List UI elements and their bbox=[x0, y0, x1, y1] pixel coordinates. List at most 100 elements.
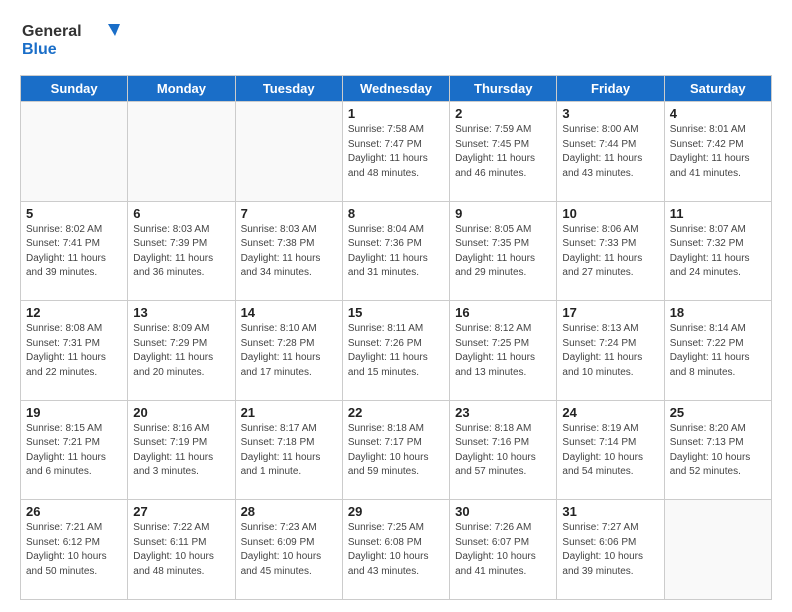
table-row: 25 Sunrise: 8:20 AM Sunset: 7:13 PM Dayli… bbox=[664, 400, 771, 500]
day-number: 21 bbox=[241, 405, 337, 420]
day-number: 26 bbox=[26, 504, 122, 519]
table-row: 1 Sunrise: 7:58 AM Sunset: 7:47 PM Daylig… bbox=[342, 102, 449, 202]
day-number: 6 bbox=[133, 206, 229, 221]
col-wednesday: Wednesday bbox=[342, 76, 449, 102]
table-row: 16 Sunrise: 8:12 AM Sunset: 7:25 PM Dayli… bbox=[450, 301, 557, 401]
table-row: 29 Sunrise: 7:25 AM Sunset: 6:08 PM Dayli… bbox=[342, 500, 449, 600]
page: General Blue Sunday Monday Tuesday Wedne… bbox=[0, 0, 792, 612]
day-number: 14 bbox=[241, 305, 337, 320]
col-monday: Monday bbox=[128, 76, 235, 102]
day-number: 9 bbox=[455, 206, 551, 221]
day-info: Sunrise: 7:27 AM Sunset: 6:06 PM Dayligh… bbox=[562, 521, 658, 579]
table-row: 31 Sunrise: 7:27 AM Sunset: 6:06 PM Dayli… bbox=[557, 500, 664, 600]
day-number: 19 bbox=[26, 405, 122, 420]
day-number: 3 bbox=[562, 106, 658, 121]
table-row: 21 Sunrise: 8:17 AM Sunset: 7:18 PM Dayli… bbox=[235, 400, 342, 500]
day-number: 24 bbox=[562, 405, 658, 420]
table-row: 17 Sunrise: 8:13 AM Sunset: 7:24 PM Dayli… bbox=[557, 301, 664, 401]
table-row: 6 Sunrise: 8:03 AM Sunset: 7:39 PM Daylig… bbox=[128, 201, 235, 301]
table-row: 23 Sunrise: 8:18 AM Sunset: 7:16 PM Dayli… bbox=[450, 400, 557, 500]
day-info: Sunrise: 7:25 AM Sunset: 6:08 PM Dayligh… bbox=[348, 521, 444, 579]
day-info: Sunrise: 8:19 AM Sunset: 7:14 PM Dayligh… bbox=[562, 422, 658, 480]
day-info: Sunrise: 7:23 AM Sunset: 6:09 PM Dayligh… bbox=[241, 521, 337, 579]
day-number: 18 bbox=[670, 305, 766, 320]
day-number: 15 bbox=[348, 305, 444, 320]
day-info: Sunrise: 8:09 AM Sunset: 7:29 PM Dayligh… bbox=[133, 322, 229, 380]
table-row bbox=[235, 102, 342, 202]
day-number: 16 bbox=[455, 305, 551, 320]
day-info: Sunrise: 8:18 AM Sunset: 7:17 PM Dayligh… bbox=[348, 422, 444, 480]
day-info: Sunrise: 8:16 AM Sunset: 7:19 PM Dayligh… bbox=[133, 422, 229, 480]
day-info: Sunrise: 7:59 AM Sunset: 7:45 PM Dayligh… bbox=[455, 123, 551, 181]
table-row: 8Sunrise: 8:04 AM Sunset: 7:36 PM Daylig… bbox=[342, 201, 449, 301]
day-number: 31 bbox=[562, 504, 658, 519]
day-number: 7 bbox=[241, 206, 337, 221]
table-row: 27 Sunrise: 7:22 AM Sunset: 6:11 PM Dayli… bbox=[128, 500, 235, 600]
table-row: 7 Sunrise: 8:03 AM Sunset: 7:38 PM Daylig… bbox=[235, 201, 342, 301]
table-row bbox=[128, 102, 235, 202]
day-info: Sunrise: 8:15 AM Sunset: 7:21 PM Dayligh… bbox=[26, 422, 122, 480]
table-row: 20 Sunrise: 8:16 AM Sunset: 7:19 PM Dayli… bbox=[128, 400, 235, 500]
day-info: Sunrise: 8:04 AM Sunset: 7:36 PM Dayligh… bbox=[348, 223, 444, 281]
day-number: 17 bbox=[562, 305, 658, 320]
table-row: 26 Sunrise: 7:21 AM Sunset: 6:12 PM Dayli… bbox=[21, 500, 128, 600]
day-number: 22 bbox=[348, 405, 444, 420]
table-row bbox=[664, 500, 771, 600]
day-number: 23 bbox=[455, 405, 551, 420]
day-number: 28 bbox=[241, 504, 337, 519]
calendar-header-row: Sunday Monday Tuesday Wednesday Thursday… bbox=[21, 76, 772, 102]
day-info: Sunrise: 8:03 AM Sunset: 7:39 PM Dayligh… bbox=[133, 223, 229, 281]
table-row: 5Sunrise: 8:02 AM Sunset: 7:41 PM Daylig… bbox=[21, 201, 128, 301]
logo-svg: General Blue bbox=[20, 16, 130, 60]
day-info: Sunrise: 8:00 AM Sunset: 7:44 PM Dayligh… bbox=[562, 123, 658, 181]
day-info: Sunrise: 8:10 AM Sunset: 7:28 PM Dayligh… bbox=[241, 322, 337, 380]
header: General Blue bbox=[20, 16, 772, 65]
day-number: 10 bbox=[562, 206, 658, 221]
logo-text: General Blue bbox=[20, 16, 130, 65]
day-number: 4 bbox=[670, 106, 766, 121]
calendar-table: Sunday Monday Tuesday Wednesday Thursday… bbox=[20, 75, 772, 600]
day-info: Sunrise: 8:07 AM Sunset: 7:32 PM Dayligh… bbox=[670, 223, 766, 281]
day-number: 25 bbox=[670, 405, 766, 420]
calendar-week-row: 12 Sunrise: 8:08 AM Sunset: 7:31 PM Dayli… bbox=[21, 301, 772, 401]
day-info: Sunrise: 8:11 AM Sunset: 7:26 PM Dayligh… bbox=[348, 322, 444, 380]
table-row: 11Sunrise: 8:07 AM Sunset: 7:32 PM Dayli… bbox=[664, 201, 771, 301]
day-number: 2 bbox=[455, 106, 551, 121]
day-info: Sunrise: 8:02 AM Sunset: 7:41 PM Dayligh… bbox=[26, 223, 122, 281]
calendar-week-row: 26 Sunrise: 7:21 AM Sunset: 6:12 PM Dayli… bbox=[21, 500, 772, 600]
day-info: Sunrise: 8:08 AM Sunset: 7:31 PM Dayligh… bbox=[26, 322, 122, 380]
day-info: Sunrise: 7:26 AM Sunset: 6:07 PM Dayligh… bbox=[455, 521, 551, 579]
col-sunday: Sunday bbox=[21, 76, 128, 102]
calendar-week-row: 19 Sunrise: 8:15 AM Sunset: 7:21 PM Dayli… bbox=[21, 400, 772, 500]
day-info: Sunrise: 7:21 AM Sunset: 6:12 PM Dayligh… bbox=[26, 521, 122, 579]
day-number: 20 bbox=[133, 405, 229, 420]
table-row: 18Sunrise: 8:14 AM Sunset: 7:22 PM Dayli… bbox=[664, 301, 771, 401]
logo: General Blue bbox=[20, 16, 130, 65]
table-row: 4Sunrise: 8:01 AM Sunset: 7:42 PM Daylig… bbox=[664, 102, 771, 202]
day-number: 12 bbox=[26, 305, 122, 320]
table-row: 3 Sunrise: 8:00 AM Sunset: 7:44 PM Daylig… bbox=[557, 102, 664, 202]
day-info: Sunrise: 8:13 AM Sunset: 7:24 PM Dayligh… bbox=[562, 322, 658, 380]
day-number: 27 bbox=[133, 504, 229, 519]
table-row: 15 Sunrise: 8:11 AM Sunset: 7:26 PM Dayli… bbox=[342, 301, 449, 401]
day-info: Sunrise: 8:12 AM Sunset: 7:25 PM Dayligh… bbox=[455, 322, 551, 380]
table-row: 28 Sunrise: 7:23 AM Sunset: 6:09 PM Dayli… bbox=[235, 500, 342, 600]
day-info: Sunrise: 8:20 AM Sunset: 7:13 PM Dayligh… bbox=[670, 422, 766, 480]
day-info: Sunrise: 7:22 AM Sunset: 6:11 PM Dayligh… bbox=[133, 521, 229, 579]
day-number: 1 bbox=[348, 106, 444, 121]
table-row: 2 Sunrise: 7:59 AM Sunset: 7:45 PM Daylig… bbox=[450, 102, 557, 202]
svg-text:General: General bbox=[22, 23, 82, 40]
col-thursday: Thursday bbox=[450, 76, 557, 102]
day-info: Sunrise: 8:06 AM Sunset: 7:33 PM Dayligh… bbox=[562, 223, 658, 281]
day-number: 29 bbox=[348, 504, 444, 519]
table-row: 12 Sunrise: 8:08 AM Sunset: 7:31 PM Dayli… bbox=[21, 301, 128, 401]
svg-text:Blue: Blue bbox=[22, 41, 57, 58]
day-info: Sunrise: 7:58 AM Sunset: 7:47 PM Dayligh… bbox=[348, 123, 444, 181]
day-info: Sunrise: 8:17 AM Sunset: 7:18 PM Dayligh… bbox=[241, 422, 337, 480]
day-info: Sunrise: 8:03 AM Sunset: 7:38 PM Dayligh… bbox=[241, 223, 337, 281]
table-row: 19 Sunrise: 8:15 AM Sunset: 7:21 PM Dayli… bbox=[21, 400, 128, 500]
day-info: Sunrise: 8:05 AM Sunset: 7:35 PM Dayligh… bbox=[455, 223, 551, 281]
table-row: 13Sunrise: 8:09 AM Sunset: 7:29 PM Dayli… bbox=[128, 301, 235, 401]
day-info: Sunrise: 8:18 AM Sunset: 7:16 PM Dayligh… bbox=[455, 422, 551, 480]
table-row bbox=[21, 102, 128, 202]
